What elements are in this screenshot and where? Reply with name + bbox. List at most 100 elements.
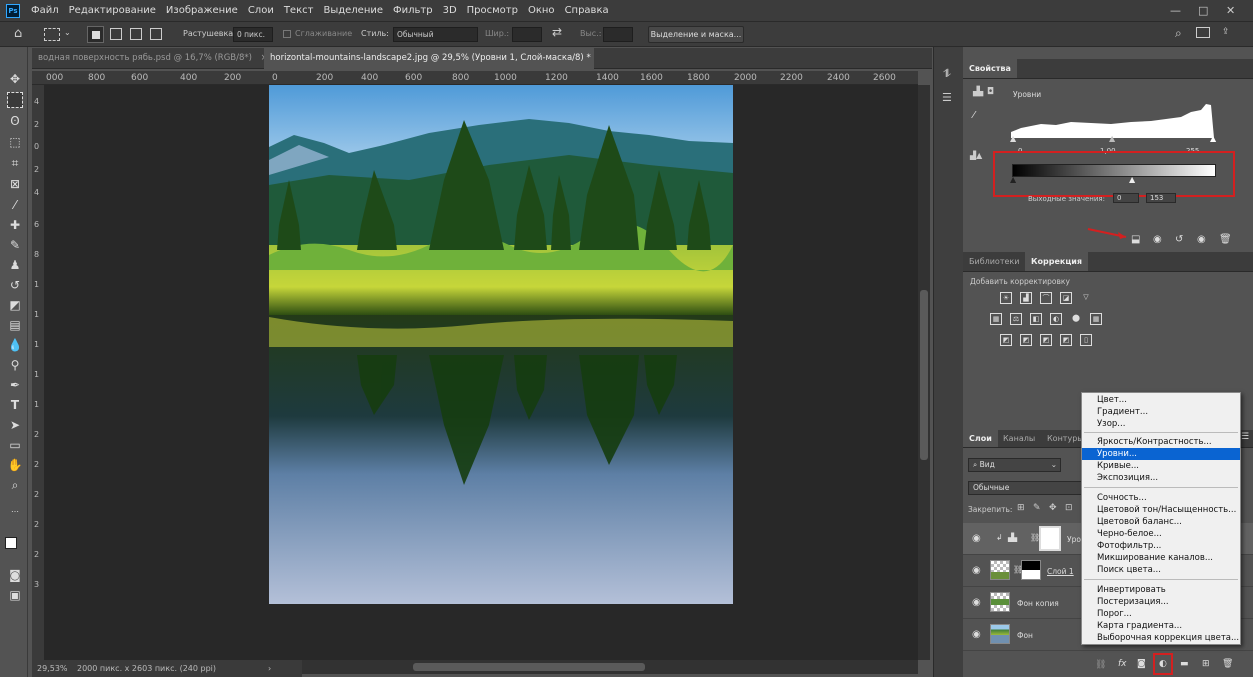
horizontal-scrollbar[interactable] [300,660,918,674]
vibrance-icon[interactable]: ▽ [1080,292,1092,304]
visibility-icon[interactable]: ◉ [1197,234,1206,245]
menu-help[interactable]: Справка [560,5,614,16]
color-lookup-icon[interactable]: ▦ [1090,313,1102,325]
quick-mask-icon[interactable]: ◙ [7,567,23,583]
selective-color-icon[interactable]: ▯ [1080,334,1092,346]
blend-mode-select[interactable]: Обычные [968,481,1083,495]
curves-icon[interactable]: ⌒ [1040,292,1052,304]
view-previous-icon[interactable]: ◉ [1153,234,1162,245]
menu-item-hue-saturation[interactable]: Цветовой тон/Насыщенность... [1082,504,1240,516]
layer-name[interactable]: Слой 1 [1047,567,1074,576]
new-layer-icon[interactable]: ⊞ [1202,659,1210,669]
eyedropper-icon[interactable]: ⁄ [973,110,975,121]
menu-file[interactable]: Файл [26,5,64,16]
document-info[interactable]: 2000 пикс. x 2603 пикс. (240 ppi) [77,660,216,677]
brightness-icon[interactable]: ☀ [1000,292,1012,304]
visibility-eye-icon[interactable]: ◉ [972,629,981,640]
tab-mountains[interactable]: horizontal-mountains-landscape2.jpg @ 29… [264,48,594,69]
intersect-selection-icon[interactable] [150,28,162,40]
posterize-icon[interactable]: ◩ [1020,334,1032,346]
zoom-level[interactable]: 29,53% [37,660,68,677]
panel-menu-icon[interactable]: ☰ [1241,432,1249,442]
chevron-down-icon[interactable]: ⌄ [64,28,71,37]
exposure-icon[interactable]: ◪ [1060,292,1072,304]
history-panel-icon[interactable]: ⥮ [943,67,951,81]
hand-tool-icon[interactable]: ✋ [7,457,23,473]
menu-layers[interactable]: Слои [243,5,279,16]
history-brush-tool-icon[interactable]: ↺ [7,277,23,293]
frame-tool-icon[interactable]: ⊠ [7,176,23,192]
menu-type[interactable]: Текст [279,5,319,16]
search-icon[interactable]: ⌕ [1175,26,1182,41]
workspace-icon[interactable] [1196,27,1210,38]
photo-filter-icon[interactable]: ◐ [1050,313,1062,325]
menu-view[interactable]: Просмотр [462,5,523,16]
share-icon[interactable]: ⇪ [1222,27,1230,37]
menu-filter[interactable]: Фильтр [388,5,438,16]
eyedropper-tool-icon[interactable]: ⁄ [7,197,23,213]
threshold-icon[interactable]: ◩ [1040,334,1052,346]
type-tool-icon[interactable]: T [7,397,23,413]
height-input[interactable] [603,27,633,42]
settings-panel-icon[interactable]: ☰ [942,91,952,104]
menu-item-posterize[interactable]: Постеризация... [1082,596,1240,608]
add-mask-icon[interactable]: ◙ [1137,659,1146,669]
maximize-button[interactable]: □ [1198,4,1208,17]
input-gamma-slider[interactable]: ▲ [1109,134,1115,143]
fx-icon[interactable]: fx [1118,659,1127,669]
layer-thumbnail[interactable] [990,624,1010,644]
new-group-icon[interactable]: ▬ [1180,659,1189,669]
crop-tool-icon[interactable]: ⌗ [7,155,23,171]
scroll-thumb[interactable] [413,663,645,671]
layer-filter-select[interactable]: ⌕ Вид ⌄ [968,458,1061,472]
lasso-tool-icon[interactable]: ʘ [7,113,23,129]
zoom-tool-icon[interactable]: ⌕ [7,477,23,493]
channel-mixer-icon[interactable]: ⬤ [1070,313,1082,325]
reset-icon[interactable]: ↺ [1175,234,1183,245]
dodge-tool-icon[interactable]: ⚲ [7,357,23,373]
delete-layer-icon[interactable]: 🗑 [1222,659,1233,669]
marquee-tool-icon[interactable] [7,92,23,108]
new-selection-icon[interactable] [87,26,104,43]
menu-item-vibrance[interactable]: Сочность... [1082,492,1240,504]
menu-item-gradient[interactable]: Градиент... [1082,406,1240,418]
menu-item-pattern[interactable]: Узор... [1082,418,1240,430]
vertical-scrollbar[interactable] [918,85,930,660]
foreground-color-swatch[interactable] [5,537,17,549]
close-window-button[interactable]: ✕ [1226,4,1235,17]
visibility-eye-icon[interactable]: ◉ [972,565,981,576]
invert-icon[interactable]: ◩ [1000,334,1012,346]
link-layers-icon[interactable]: ⛓ [1095,660,1106,670]
layer-mask-thumbnail[interactable] [1039,526,1061,551]
add-selection-icon[interactable] [110,28,122,40]
levels-adj-icon[interactable]: ▟ [1020,292,1032,304]
menu-item-threshold[interactable]: Порог... [1082,608,1240,620]
output-white-slider[interactable]: ▲ [1129,175,1135,184]
edit-toolbar-icon[interactable]: … [7,502,23,518]
lock-artboard-icon[interactable]: ⊡ [1065,503,1073,513]
menu-item-black-white[interactable]: Черно-белое... [1082,528,1240,540]
menu-item-channel-mixer[interactable]: Микширование каналов... [1082,552,1240,564]
gradient-map-icon[interactable]: ◩ [1060,334,1072,346]
scroll-thumb[interactable] [920,290,928,460]
delete-icon[interactable]: 🗑 [1219,234,1232,245]
menu-item-color-lookup[interactable]: Поиск цвета... [1082,564,1240,576]
healing-tool-icon[interactable]: ✚ [7,217,23,233]
lock-position-icon[interactable]: ✥ [1049,503,1057,513]
menu-select[interactable]: Выделение [318,5,388,16]
layer-mask-thumbnail[interactable] [1021,560,1041,580]
clip-to-layer-icon[interactable]: ⬓ [1131,234,1140,245]
input-black-slider[interactable]: ▲ [1010,134,1016,143]
move-tool-icon[interactable]: ✥ [7,71,23,87]
menu-item-solid-color[interactable]: Цвет... [1082,394,1240,406]
menu-item-color-balance[interactable]: Цветовой баланс... [1082,516,1240,528]
auto-levels-icon[interactable]: ▟▲ [970,151,982,160]
new-adjustment-layer-icon[interactable]: ◐ [1159,659,1167,669]
marquee-preset-icon[interactable] [44,28,60,41]
landscape-photo[interactable] [269,85,733,604]
input-white-slider[interactable]: ▲ [1210,134,1216,143]
menu-item-invert[interactable]: Инвертировать [1082,584,1240,596]
menu-3d[interactable]: 3D [438,5,462,16]
minimize-button[interactable]: — [1170,4,1181,17]
style-select[interactable]: Обычный [393,27,478,42]
